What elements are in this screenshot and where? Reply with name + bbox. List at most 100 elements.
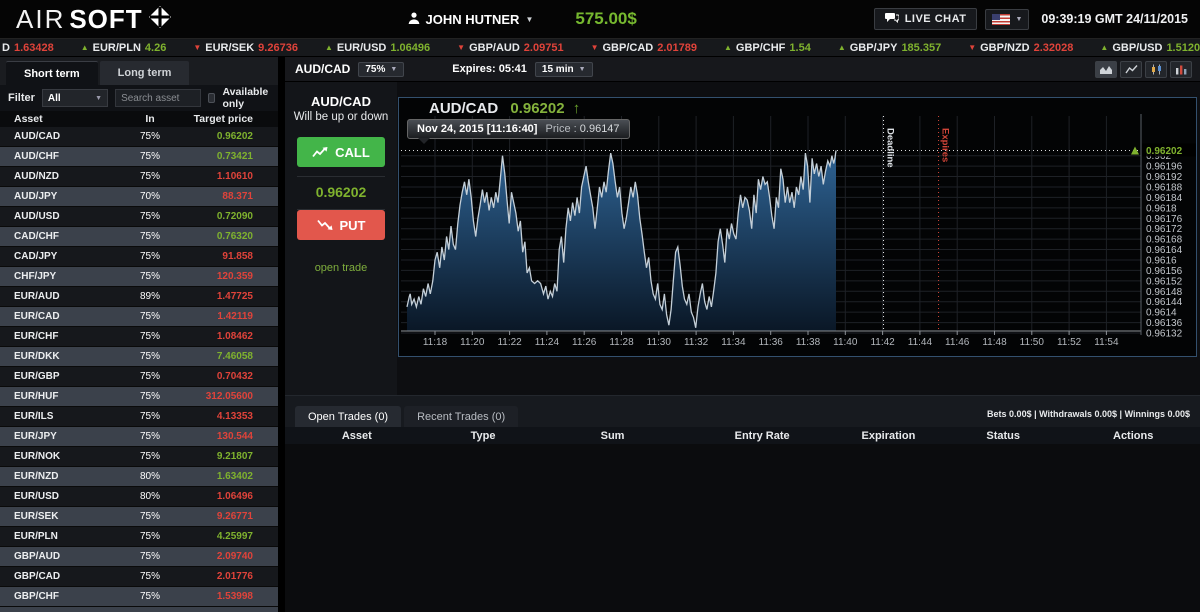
svg-text:11:54: 11:54	[1094, 337, 1119, 348]
call-button[interactable]: CALL	[297, 137, 385, 167]
asset-row[interactable]: AUD/USD75%0.72090	[0, 207, 278, 227]
asset-row[interactable]: EUR/NOK75%9.21807	[0, 447, 278, 467]
duration-select[interactable]: 15 min ▼	[535, 62, 593, 77]
asset-payout: 75%	[110, 511, 190, 522]
trades-col-expiration: Expiration	[837, 430, 940, 442]
asset-row[interactable]: EUR/GBP75%0.70432	[0, 367, 278, 387]
chat-icon	[885, 12, 899, 26]
us-flag-icon	[992, 14, 1010, 25]
svg-text:0.96176: 0.96176	[1146, 214, 1183, 225]
asset-row[interactable]: GBP/CAD75%2.01776	[0, 567, 278, 587]
ticker-value: 2.01789	[657, 42, 697, 54]
asset-target-price: 9.26771	[190, 511, 278, 522]
asset-row[interactable]: CHF/JPY75%120.359	[0, 267, 278, 287]
ticker-value: 2.32028	[1034, 42, 1074, 54]
tab-long-term[interactable]: Long term	[100, 61, 190, 85]
language-selector[interactable]: ▼	[985, 9, 1029, 30]
asset-row[interactable]: GBP/CHF75%1.53998	[0, 587, 278, 607]
call-label: CALL	[335, 145, 370, 160]
asset-row[interactable]: CAD/CHF75%0.76320	[0, 227, 278, 247]
area-chart-button[interactable]	[1095, 61, 1117, 78]
asset-row[interactable]: AUD/NZD75%1.10610	[0, 167, 278, 187]
svg-text:11:22: 11:22	[497, 337, 522, 348]
candlestick-chart-button[interactable]	[1145, 61, 1167, 78]
asset-row[interactable]: GBP/AUD75%2.09740	[0, 547, 278, 567]
asset-row[interactable]: EUR/USD80%1.06496	[0, 487, 278, 507]
asset-row[interactable]: AUD/JPY70%88.371	[0, 187, 278, 207]
svg-text:11:36: 11:36	[759, 337, 784, 348]
asset-name: AUD/JPY	[0, 191, 110, 202]
chart-tooltip: Nov 24, 2015 [11:16:40] Price : 0.96147	[407, 119, 630, 139]
asset-row[interactable]: EUR/CAD75%1.42119	[0, 307, 278, 327]
asset-name: CAD/JPY	[0, 251, 110, 262]
live-chat-button[interactable]: LIVE CHAT	[874, 8, 978, 30]
svg-text:Deadline: Deadline	[885, 128, 896, 168]
available-only-checkbox[interactable]	[208, 93, 215, 103]
ticker-item: D1.63428	[2, 42, 54, 54]
asset-row[interactable]: EUR/AUD89%1.47725	[0, 287, 278, 307]
chart-title: AUD/CAD 0.96202 ↑	[429, 100, 580, 117]
filter-label: Filter	[8, 92, 35, 104]
up-arrow-icon: ▲	[724, 43, 732, 52]
asset-name: AUD/USD	[0, 211, 110, 222]
asset-payout: 75%	[110, 571, 190, 582]
ticker-value: 185.357	[901, 42, 941, 54]
asset-target-price: 4.25997	[190, 531, 278, 542]
asset-payout: 75%	[110, 211, 190, 222]
chart-toolbar: AUD/CAD 75% ▼ Expires: 05:41 15 min ▼	[285, 57, 1200, 82]
asset-row[interactable]: CAD/JPY75%91.858	[0, 247, 278, 267]
asset-row[interactable]: AUD/CAD75%0.96202	[0, 127, 278, 147]
asset-row[interactable]: AUD/CHF75%0.73421	[0, 147, 278, 167]
asset-payout: 75%	[110, 531, 190, 542]
trade-panel: AUD/CAD Will be up or down CALL 0.96202 …	[285, 82, 397, 395]
header: AIR SOFT JOHN HUTNER ▼ 575.00$ LIVE CHAT…	[0, 0, 1200, 38]
put-button[interactable]: PUT	[297, 210, 385, 240]
search-input[interactable]	[115, 89, 201, 107]
sidebar-tabs: Short term Long term	[0, 57, 278, 85]
available-only-label: Available only	[222, 86, 270, 110]
svg-text:11:32: 11:32	[684, 337, 709, 348]
line-chart-button[interactable]	[1120, 61, 1142, 78]
asset-row[interactable]: EUR/PLN75%4.25997	[0, 527, 278, 547]
trades-col-status: Status	[940, 430, 1066, 442]
tab-short-term[interactable]: Short term	[6, 61, 98, 85]
ticker-value: 9.26736	[258, 42, 298, 54]
asset-row[interactable]: EUR/DKK75%7.46058	[0, 347, 278, 367]
asset-row-partial	[0, 607, 278, 612]
down-arrow-icon: ▼	[457, 43, 465, 52]
asset-name: EUR/AUD	[0, 291, 110, 302]
asset-row[interactable]: EUR/NZD80%1.63402	[0, 467, 278, 487]
asset-row[interactable]: EUR/SEK75%9.26771	[0, 507, 278, 527]
tab-recent-trades[interactable]: Recent Trades (0)	[404, 406, 518, 427]
asset-row[interactable]: EUR/HUF75%312.05600	[0, 387, 278, 407]
logo-text-soft: SOFT	[69, 4, 142, 35]
asset-row[interactable]: EUR/JPY75%130.544	[0, 427, 278, 447]
open-trade-link[interactable]: open trade	[285, 262, 397, 274]
bar-chart-button[interactable]	[1170, 61, 1192, 78]
payout-select[interactable]: 75% ▼	[358, 62, 404, 77]
asset-name: EUR/JPY	[0, 431, 110, 442]
trades-col-sum: Sum	[538, 430, 688, 442]
asset-payout: 75%	[110, 371, 190, 382]
user-menu[interactable]: JOHN HUTNER ▼	[408, 12, 534, 27]
logo-text-air: AIR	[16, 4, 65, 35]
account-balance: 575.00$	[575, 9, 636, 29]
asset-list: AUD/CAD75%0.96202AUD/CHF75%0.73421AUD/NZ…	[0, 127, 278, 612]
ticker-value: 1.06496	[390, 42, 430, 54]
asset-target-price: 0.72090	[190, 211, 278, 222]
asset-row[interactable]: EUR/CHF75%1.08462	[0, 327, 278, 347]
asset-row[interactable]: EUR/ILS75%4.13353	[0, 407, 278, 427]
chevron-down-icon: ▼	[525, 15, 533, 24]
ticker-item: ▲GBP/USD1.51208	[1100, 42, 1200, 54]
trades-tab-bar: Open Trades (0) Recent Trades (0) Bets 0…	[285, 396, 1200, 427]
chevron-down-icon: ▼	[95, 95, 102, 102]
filter-select[interactable]: All ▼	[42, 89, 108, 107]
asset-target-price: 88.371	[190, 191, 278, 202]
tab-open-trades[interactable]: Open Trades (0)	[295, 406, 401, 427]
asset-name: EUR/SEK	[0, 511, 110, 522]
asset-target-price: 120.359	[190, 271, 278, 282]
asset-name: GBP/AUD	[0, 551, 110, 562]
asset-payout: 75%	[110, 151, 190, 162]
svg-text:0.96148: 0.96148	[1146, 287, 1183, 298]
chart-down-icon	[317, 219, 333, 231]
